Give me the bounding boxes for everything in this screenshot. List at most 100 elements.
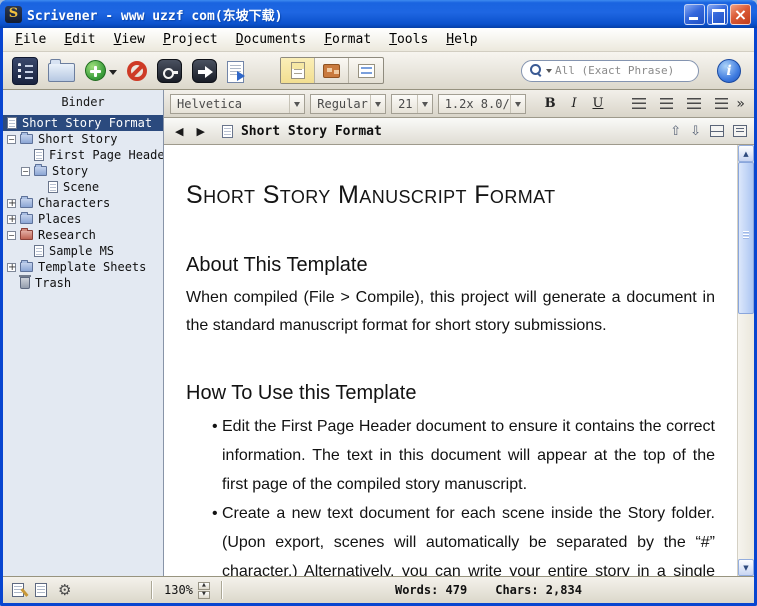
binder-item-label: Characters (38, 196, 111, 210)
header-document-icon (221, 124, 233, 138)
status-bar: 130% Words: 479 Chars: 2,834 (3, 576, 754, 603)
zoom-in-button[interactable] (197, 581, 210, 590)
binder-item-scene[interactable]: Scene (3, 179, 163, 195)
binder-item-story[interactable]: Story (3, 163, 163, 179)
document-view-button[interactable] (281, 58, 315, 83)
font-style-dropdown[interactable]: Regular (310, 93, 387, 114)
previous-document-button[interactable] (670, 125, 681, 138)
window-controls (684, 3, 751, 25)
document-icon (7, 117, 17, 129)
document-export-icon (227, 60, 245, 83)
align-center-button[interactable] (659, 98, 674, 109)
binder-item-template-sheets[interactable]: Template Sheets (3, 259, 163, 275)
collections-button[interactable] (48, 59, 75, 82)
folder-icon (20, 196, 33, 208)
binder-panel: Binder Short Story Format Short Story Fi… (3, 90, 164, 576)
close-button[interactable] (730, 3, 751, 25)
main-toolbar: i (3, 52, 754, 90)
toolbar-overflow-button[interactable]: » (733, 96, 748, 112)
collapse-icon[interactable] (7, 134, 16, 144)
binder-item-research[interactable]: Research (3, 227, 163, 243)
bullet-item: Create a new text document for each scen… (212, 499, 715, 576)
inspector-button[interactable]: i (717, 58, 741, 83)
search-box[interactable] (521, 59, 699, 82)
export-button[interactable] (227, 59, 245, 83)
scrollbar-thumb[interactable] (738, 162, 754, 314)
next-document-button[interactable] (690, 125, 701, 138)
collapse-icon[interactable] (21, 166, 30, 176)
expand-icon[interactable] (7, 262, 16, 272)
italic-button[interactable]: I (565, 94, 584, 114)
expand-icon[interactable] (7, 198, 16, 208)
back-button[interactable] (171, 125, 187, 138)
scroll-down-button[interactable] (738, 559, 754, 576)
chevron-down-icon (509, 94, 525, 113)
edit-document-icon[interactable] (12, 583, 24, 597)
binder-item-label: Short Story Format (22, 116, 153, 130)
font-size-dropdown[interactable]: 21 (391, 93, 433, 114)
editor-scrollbar[interactable] (737, 145, 754, 576)
menu-format[interactable]: Format (315, 29, 380, 50)
expand-icon[interactable] (7, 214, 16, 224)
delete-button[interactable] (127, 60, 147, 81)
keyhole-icon (157, 58, 182, 83)
menu-edit[interactable]: Edit (55, 29, 104, 50)
font-family-dropdown[interactable]: Helvetica (170, 93, 306, 114)
binder-item-short-story[interactable]: Short Story (3, 131, 163, 147)
binder-toggle-button[interactable] (12, 56, 38, 85)
editor-options-button[interactable] (733, 125, 747, 137)
line-spacing-dropdown[interactable]: 1.2x 8.0/0.0 (437, 93, 526, 114)
research-folder-icon (20, 228, 33, 240)
section-heading-about: About This Template (186, 254, 368, 276)
search-scope-caret-icon[interactable] (546, 69, 552, 76)
zoom-out-button[interactable] (197, 590, 210, 599)
forward-button[interactable] (192, 125, 208, 138)
word-count: Words: 479 (394, 583, 468, 597)
binder-item-first-page-header[interactable]: First Page Header (3, 147, 163, 163)
zoom-control[interactable]: 130% (153, 577, 221, 603)
search-icon[interactable] (530, 64, 543, 77)
maximize-button[interactable] (707, 3, 728, 25)
scrollbar-track[interactable] (738, 162, 754, 559)
zoom-stepper (197, 581, 210, 599)
menu-tools[interactable]: Tools (380, 29, 437, 50)
compose-mode-button[interactable] (157, 58, 182, 83)
bold-button[interactable]: B (541, 94, 560, 114)
document-icon (48, 181, 58, 193)
split-editor-button[interactable] (710, 125, 724, 137)
binder-item-places[interactable]: Places (3, 211, 163, 227)
folder-icon (34, 164, 47, 176)
app-icon: S (5, 5, 22, 23)
gear-icon[interactable] (58, 583, 71, 598)
document-title: Short Story Manuscript Format (186, 181, 556, 209)
binder-item-characters[interactable]: Characters (3, 195, 163, 211)
menu-documents[interactable]: Documents (227, 29, 315, 50)
underline-button[interactable]: U (589, 94, 608, 114)
add-item-button[interactable] (85, 60, 117, 81)
zoom-value[interactable]: 130% (164, 583, 193, 597)
titlebar[interactable]: S Scrivener - www uzzf com(东坡下载) (0, 0, 757, 28)
document-view-icon (290, 62, 305, 79)
align-left-button[interactable] (632, 98, 646, 109)
align-justify-button[interactable] (714, 98, 729, 109)
view-mode-switcher (280, 57, 384, 84)
menu-file[interactable]: File (6, 29, 55, 50)
outline-view-button[interactable] (349, 58, 383, 83)
binder-item-trash[interactable]: Trash (3, 275, 163, 291)
compile-button[interactable] (192, 58, 217, 83)
editor-text-area[interactable]: Short Story Manuscript Format About This… (164, 145, 737, 576)
menu-help[interactable]: Help (437, 29, 486, 50)
minimize-button[interactable] (684, 3, 705, 25)
align-right-button[interactable] (687, 98, 701, 109)
document-notes-icon[interactable] (35, 583, 47, 597)
binder-item-short-story-format[interactable]: Short Story Format (3, 115, 163, 131)
add-dropdown-caret-icon[interactable] (109, 70, 117, 79)
menu-view[interactable]: View (105, 29, 154, 50)
chevron-down-icon (370, 94, 385, 113)
search-input[interactable] (555, 64, 690, 77)
binder-item-sample-ms[interactable]: Sample MS (3, 243, 163, 259)
collapse-icon[interactable] (7, 230, 16, 240)
menu-project[interactable]: Project (154, 29, 227, 50)
corkboard-view-button[interactable] (315, 58, 349, 83)
scroll-up-button[interactable] (738, 145, 754, 162)
